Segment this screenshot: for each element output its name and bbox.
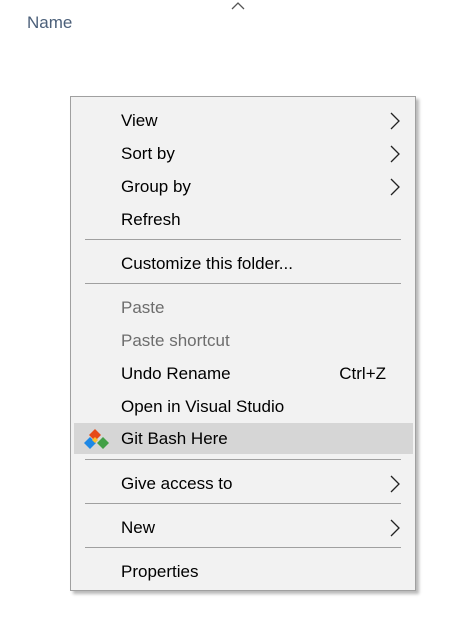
menu-item-paste: Paste <box>74 292 413 323</box>
menu-separator <box>85 503 401 504</box>
chevron-right-icon <box>390 475 400 492</box>
menu-item-label: Group by <box>121 176 191 196</box>
git-bash-icon <box>84 428 109 449</box>
menu-item-group-by[interactable]: Group by <box>74 171 413 202</box>
chevron-right-icon <box>390 112 400 129</box>
menu-item-label: Paste <box>121 297 165 317</box>
menu-item-view[interactable]: View <box>74 105 413 136</box>
menu-item-refresh[interactable]: Refresh <box>74 204 413 235</box>
menu-item-label: Refresh <box>121 209 181 229</box>
context-menu: View Sort by Group by Refresh Customize … <box>70 96 416 591</box>
menu-item-open-visual-studio[interactable]: Open in Visual Studio <box>74 391 413 422</box>
explorer-background: Name View Sort by Group by Refresh Custo… <box>0 0 453 638</box>
chevron-right-icon <box>390 178 400 195</box>
menu-separator <box>85 239 401 240</box>
menu-item-undo-rename[interactable]: Undo Rename Ctrl+Z <box>74 358 413 389</box>
menu-item-properties[interactable]: Properties <box>74 556 413 587</box>
menu-item-sort-by[interactable]: Sort by <box>74 138 413 169</box>
menu-item-new[interactable]: New <box>74 512 413 543</box>
chevron-right-icon <box>390 145 400 162</box>
menu-item-git-bash-here[interactable]: Git Bash Here <box>74 423 413 454</box>
menu-item-paste-shortcut: Paste shortcut <box>74 325 413 356</box>
menu-item-shortcut: Ctrl+Z <box>339 363 386 383</box>
menu-item-label: Customize this folder... <box>121 253 293 273</box>
menu-separator <box>85 283 401 284</box>
menu-item-label: Properties <box>121 561 199 581</box>
menu-item-label: Open in Visual Studio <box>121 396 285 416</box>
menu-separator <box>85 547 401 548</box>
menu-item-label: Paste shortcut <box>121 330 230 350</box>
menu-item-give-access[interactable]: Give access to <box>74 468 413 499</box>
menu-item-label: View <box>121 110 158 130</box>
menu-item-label: Undo Rename <box>121 363 231 383</box>
chevron-up-icon <box>231 2 245 10</box>
menu-separator <box>85 459 401 460</box>
menu-item-label: Give access to <box>121 473 233 493</box>
menu-item-customize-folder[interactable]: Customize this folder... <box>74 248 413 279</box>
menu-item-label: New <box>121 517 156 537</box>
column-header-name[interactable]: Name <box>27 13 72 33</box>
menu-item-label: Sort by <box>121 143 175 163</box>
menu-item-label: Git Bash Here <box>121 428 228 448</box>
chevron-right-icon <box>390 519 400 536</box>
